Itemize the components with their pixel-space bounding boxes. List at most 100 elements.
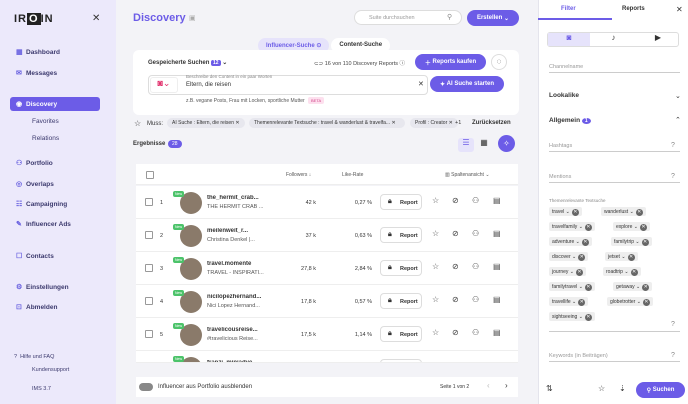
remove-tag-icon[interactable]: ✕: [576, 269, 583, 276]
star-icon[interactable]: ☆: [432, 328, 439, 337]
select-all-checkbox[interactable]: [146, 171, 154, 179]
topic-tag[interactable]: travelfamily ⌄ ✕: [549, 222, 595, 231]
add-person-icon[interactable]: ⚇: [472, 196, 479, 205]
chevron-up-icon[interactable]: ⌃: [675, 116, 681, 124]
channelname-input[interactable]: Channelname: [549, 64, 680, 73]
chevron-down-icon[interactable]: ⌄: [675, 92, 681, 100]
instagram-select[interactable]: ◙⌄: [150, 77, 178, 93]
remove-tag-icon[interactable]: ✕: [584, 284, 592, 291]
remove-tag-icon[interactable]: ✕: [584, 224, 592, 231]
chevron-down-icon[interactable]: ⌄: [621, 254, 625, 260]
filter-chip-topic[interactable]: Themenrelevante Textsuche : travel & wan…: [249, 118, 405, 128]
chevron-down-icon[interactable]: ⌄: [570, 269, 574, 275]
table-row[interactable]: 2 New meilenweit_r... Christina Denkel |…: [136, 219, 518, 252]
document-icon[interactable]: ▤: [493, 361, 501, 362]
chevron-down-icon[interactable]: ⌄: [566, 209, 570, 215]
nav-portfolio[interactable]: ⚇ Portfolio: [10, 156, 100, 170]
topic-tag[interactable]: globetrotter ⌄ ✕: [607, 297, 653, 306]
topic-tag[interactable]: roadtrip ⌄ ✕: [603, 267, 641, 276]
filter-chip-profile[interactable]: Profil : Creator ✕: [410, 118, 458, 128]
table-row[interactable]: 4 New nicilopezhernand... Nici Lopez Her…: [136, 285, 518, 318]
info-icon[interactable]: ▣: [189, 14, 196, 22]
clear-icon[interactable]: ✕: [418, 80, 424, 88]
topic-tag[interactable]: explore ⌄ ✕: [613, 222, 650, 231]
saved-searches[interactable]: Gespeicherte Suchen 12 ⌄: [148, 59, 227, 66]
lookalike-section[interactable]: Lookalike: [549, 92, 579, 99]
mute-icon[interactable]: ⊘: [452, 328, 459, 337]
report-button[interactable]: 🔒︎Report: [380, 359, 422, 362]
nav-campaigning[interactable]: ☷ Campaigning: [10, 197, 100, 211]
document-icon[interactable]: ▤: [493, 295, 501, 304]
topic-tag[interactable]: wanderlust ⌄ ✕: [601, 207, 646, 216]
remove-tag-icon[interactable]: ✕: [640, 224, 647, 231]
table-row[interactable]: 1 New the_hermit_crab... THE HERMIT CRAB…: [136, 186, 518, 219]
remove-tag-icon[interactable]: ✕: [581, 239, 589, 246]
row-checkbox[interactable]: [145, 231, 153, 239]
table-row[interactable]: 5 New travelicousreise... #travelicious …: [136, 318, 518, 351]
instagram-icon[interactable]: ◙: [548, 33, 590, 46]
keywords-input[interactable]: Keywords (in Beiträgen): [549, 353, 680, 362]
mute-icon[interactable]: ⊘: [452, 262, 459, 271]
star-icon[interactable]: ☆: [432, 229, 439, 238]
influencer-name[interactable]: travel.momente: [207, 261, 265, 267]
next-page-icon[interactable]: ›: [505, 381, 508, 390]
chevron-down-icon[interactable]: ⌄: [576, 239, 580, 245]
chevron-down-icon[interactable]: ⌄: [634, 224, 638, 230]
chevron-down-icon[interactable]: ⌄: [579, 314, 583, 320]
nav-dashboard[interactable]: ▦ Dashboard: [10, 45, 100, 59]
remove-tag-icon[interactable]: ✕: [630, 269, 638, 276]
star-icon[interactable]: ☆: [432, 361, 439, 362]
list-view-icon[interactable]: ☰: [458, 138, 474, 152]
ai-wand-icon[interactable]: ✧: [498, 135, 515, 152]
chevron-down-icon[interactable]: ⌄: [635, 239, 639, 245]
content-search-value[interactable]: Eltern, die reisen: [186, 82, 231, 88]
nav-favorites[interactable]: Favorites: [32, 118, 59, 125]
topic-tag[interactable]: adventure ⌄ ✕: [549, 237, 592, 246]
remove-tag-icon[interactable]: ✕: [635, 209, 643, 216]
nav-overlaps[interactable]: ◎ Overlaps: [10, 177, 100, 191]
influencer-name[interactable]: the_hermit_crab...: [207, 195, 265, 201]
tiktok-icon[interactable]: ♪: [591, 33, 636, 46]
mute-icon[interactable]: ⊘: [452, 229, 459, 238]
star-icon[interactable]: ☆: [432, 262, 439, 271]
topic-tag[interactable]: getaway ⌄ ✕: [613, 282, 653, 291]
add-person-icon[interactable]: ⚇: [472, 295, 479, 304]
report-button[interactable]: 🔒︎Report: [380, 326, 422, 342]
document-icon[interactable]: ▤: [493, 328, 501, 337]
topic-tag[interactable]: discover ⌄ ✕: [549, 252, 589, 261]
add-person-icon[interactable]: ⚇: [472, 361, 479, 362]
favorite-icon[interactable]: ☆: [598, 384, 605, 393]
reset-button[interactable]: Zurücksetzen: [472, 120, 511, 126]
chevron-down-icon[interactable]: ⌄: [579, 284, 583, 290]
topic-tag[interactable]: familytravel ⌄ ✕: [549, 282, 595, 291]
report-button[interactable]: 🔒︎Report: [380, 260, 422, 276]
youtube-icon[interactable]: ▶: [637, 33, 679, 46]
col-followers[interactable]: Followers ↓: [286, 172, 311, 178]
table-row[interactable]: 6 New franzi_miniadve... 17,1 k 9,06 % 🔒…: [136, 351, 518, 363]
more-filters[interactable]: +1: [455, 120, 461, 126]
row-checkbox[interactable]: [145, 330, 153, 338]
topic-tag[interactable]: jetset ⌄ ✕: [605, 252, 638, 261]
remove-tag-icon[interactable]: ✕: [642, 284, 650, 291]
star-icon[interactable]: ☆: [432, 196, 439, 205]
close-icon[interactable]: ✕: [92, 13, 100, 24]
influencer-name[interactable]: nicilopezhernand...: [207, 294, 265, 300]
col-like-rate[interactable]: Like-Rate: [342, 172, 363, 178]
chevron-down-icon[interactable]: ⌄: [630, 209, 634, 215]
chevron-down-icon[interactable]: ⌄: [572, 254, 576, 260]
influencer-name[interactable]: meilenweit_r...: [207, 228, 265, 234]
ai-search-button[interactable]: ✦ AI Suche starten: [430, 76, 504, 92]
document-icon[interactable]: ▤: [493, 262, 501, 271]
sort-icon[interactable]: ⇅: [546, 384, 553, 393]
topic-tag[interactable]: journey ⌄ ✕: [549, 267, 586, 276]
remove-tag-icon[interactable]: ✕: [642, 299, 650, 306]
nav-relations[interactable]: Relations: [32, 135, 59, 142]
help-icon[interactable]: ?: [671, 142, 675, 149]
refresh-icon[interactable]: ◌: [491, 54, 507, 70]
mute-icon[interactable]: ⊘: [452, 295, 459, 304]
mute-icon[interactable]: ⊘: [452, 361, 459, 362]
remove-tag-icon[interactable]: ✕: [584, 314, 592, 321]
report-button[interactable]: 🔒︎Report: [380, 194, 422, 210]
tab-reports[interactable]: Reports: [622, 6, 645, 12]
help-link[interactable]: ? Hilfe und FAQ: [14, 354, 54, 360]
